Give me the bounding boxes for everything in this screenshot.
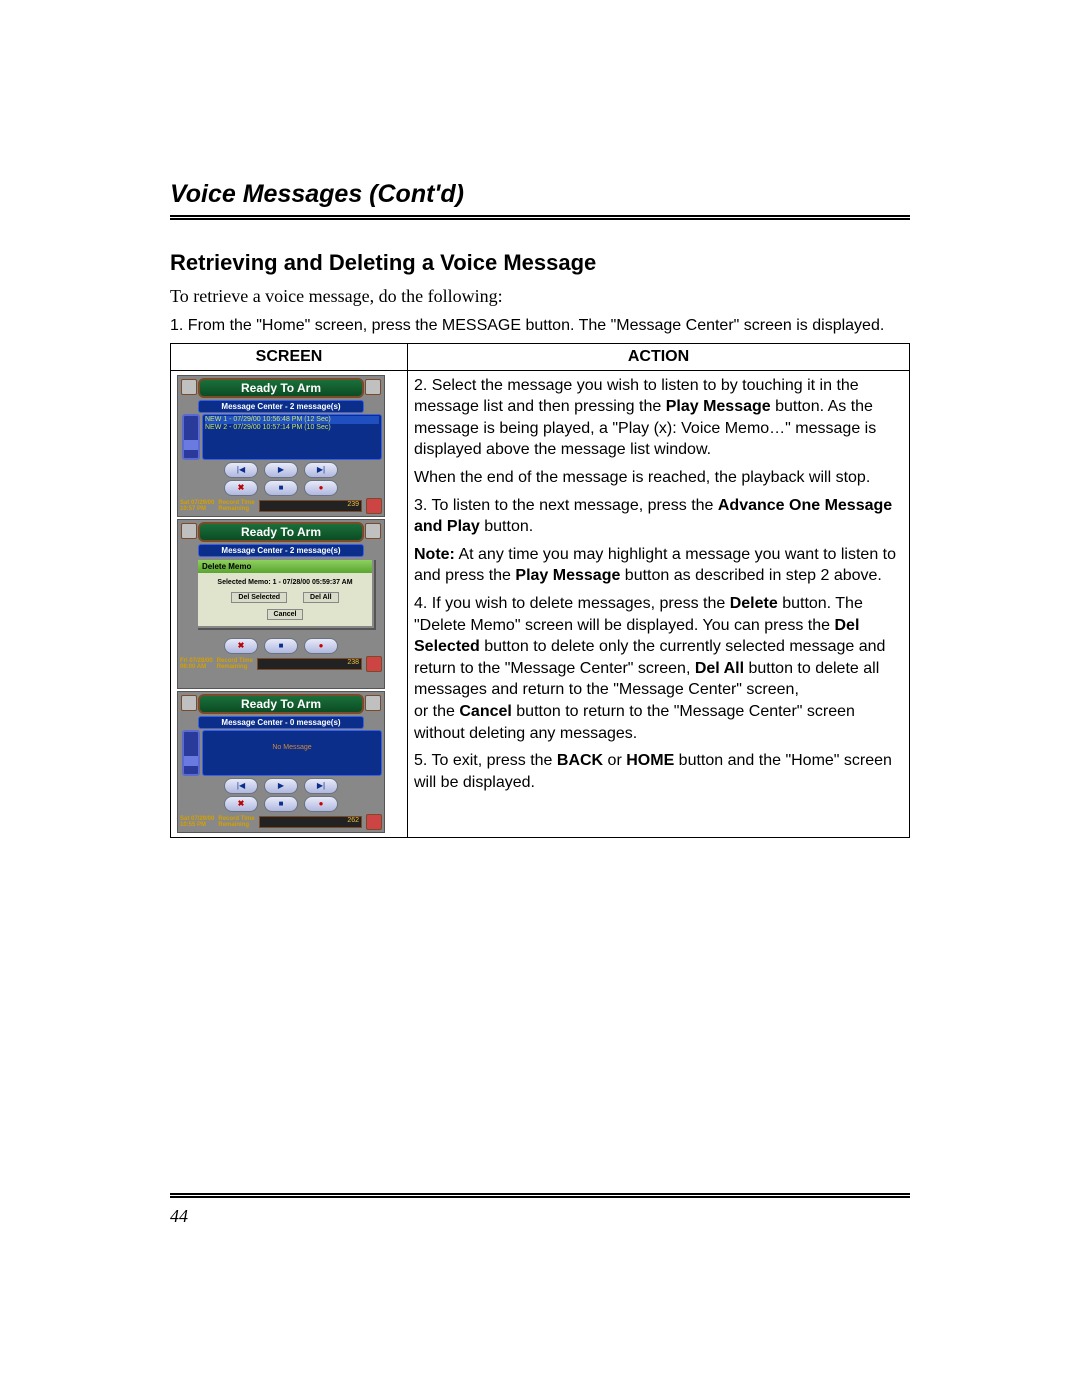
col-header-screen: SCREEN	[171, 343, 408, 370]
action-playback-note: When the end of the message is reached, …	[414, 467, 903, 489]
back-icon[interactable]	[181, 379, 197, 395]
play-button[interactable]: ▶	[264, 462, 298, 478]
message-list[interactable]: NEW 1 - 07/29/00 10:56:48 PM (12 Sec) NE…	[202, 414, 382, 460]
page-footer: 44	[170, 1193, 910, 1227]
volume-slider[interactable]	[182, 730, 200, 776]
time-meter: 239	[259, 500, 362, 512]
status-bar: Ready To Arm	[198, 522, 364, 542]
section-header: Voice Messages (Cont'd)	[170, 180, 910, 220]
del-selected-button[interactable]: Del Selected	[231, 592, 287, 603]
del-all-button[interactable]: Del All	[303, 592, 339, 603]
no-message-text: No Message	[205, 732, 379, 752]
stop-button[interactable]: ■	[264, 480, 298, 496]
delete-button[interactable]: ✖	[224, 638, 258, 654]
delete-memo-dialog: Delete Memo Selected Memo: 1 - 07/28/00 …	[196, 558, 374, 628]
record-button[interactable]: ●	[304, 796, 338, 812]
record-button[interactable]: ●	[304, 480, 338, 496]
action-step-4: 4. If you wish to delete messages, press…	[414, 593, 903, 744]
status-bar: Ready To Arm	[198, 378, 364, 398]
embedded-screen-2: Ready To Arm Message Center - 2 message(…	[177, 519, 385, 689]
alert-icon[interactable]	[365, 695, 381, 711]
embedded-screen-3: Ready To Arm Message Center - 0 message(…	[177, 691, 385, 833]
action-note: Note: At any time you may highlight a me…	[414, 544, 903, 587]
play-button[interactable]: ▶	[264, 778, 298, 794]
list-item[interactable]: NEW 1 - 07/29/00 10:56:48 PM (12 Sec)	[205, 416, 379, 424]
screen-action-table: SCREEN ACTION Ready To Arm Message Cente…	[170, 343, 910, 838]
next-button[interactable]: ▶|	[304, 462, 338, 478]
timestamp: Sat 07/29/0010:57 PM	[180, 500, 214, 512]
alert-icon[interactable]	[365, 379, 381, 395]
step-1-text: 1. From the "Home" screen, press the MES…	[170, 315, 910, 337]
message-center-header: Message Center - 2 message(s)	[198, 544, 364, 557]
delete-button[interactable]: ✖	[224, 480, 258, 496]
timestamp: Sat 07/29/0010:55 PM	[180, 816, 214, 828]
col-header-action: ACTION	[408, 343, 910, 370]
message-list[interactable]: No Message	[202, 730, 382, 776]
stop-button[interactable]: ■	[264, 638, 298, 654]
alert-icon[interactable]	[365, 523, 381, 539]
action-step-3: 3. To listen to the next message, press …	[414, 495, 903, 538]
timestamp: Fri 07/28/0006:00 AM	[180, 658, 213, 670]
embedded-screen-1: Ready To Arm Message Center - 2 message(…	[177, 375, 385, 517]
message-center-header: Message Center - 0 message(s)	[198, 716, 364, 729]
time-meter: 238	[257, 658, 362, 670]
cancel-button[interactable]: Cancel	[267, 609, 304, 620]
manual-page: Voice Messages (Cont'd) Retrieving and D…	[0, 0, 1080, 1397]
back-icon[interactable]	[181, 695, 197, 711]
next-button[interactable]: ▶|	[304, 778, 338, 794]
back-icon[interactable]	[181, 523, 197, 539]
record-time-label: Record TimeRemaining	[218, 816, 254, 828]
prev-button[interactable]: |◀	[224, 462, 258, 478]
dialog-body-text: Selected Memo: 1 - 07/28/00 05:59:37 AM	[204, 579, 366, 586]
dialog-title: Delete Memo	[198, 560, 372, 573]
action-cell: 2. Select the message you wish to listen…	[408, 370, 910, 837]
record-time-label: Record TimeRemaining	[218, 500, 254, 512]
home-icon[interactable]	[366, 656, 382, 672]
action-step-2: 2. Select the message you wish to listen…	[414, 375, 903, 461]
record-button[interactable]: ●	[304, 638, 338, 654]
prev-button[interactable]: |◀	[224, 778, 258, 794]
delete-button[interactable]: ✖	[224, 796, 258, 812]
subsection-header: Retrieving and Deleting a Voice Message	[170, 250, 910, 276]
message-center-header: Message Center - 2 message(s)	[198, 400, 364, 413]
home-icon[interactable]	[366, 814, 382, 830]
volume-slider[interactable]	[182, 414, 200, 460]
action-step-5: 5. To exit, press the BACK or HOME butto…	[414, 750, 903, 793]
screen-cell: Ready To Arm Message Center - 2 message(…	[171, 370, 408, 837]
time-meter: 262	[259, 816, 362, 828]
list-item[interactable]: NEW 2 - 07/29/00 10:57:14 PM (10 Sec)	[205, 424, 379, 432]
record-time-label: Record TimeRemaining	[217, 658, 253, 670]
home-icon[interactable]	[366, 498, 382, 514]
intro-text: To retrieve a voice message, do the foll…	[170, 286, 910, 307]
status-bar: Ready To Arm	[198, 694, 364, 714]
page-number: 44	[170, 1206, 188, 1226]
stop-button[interactable]: ■	[264, 796, 298, 812]
